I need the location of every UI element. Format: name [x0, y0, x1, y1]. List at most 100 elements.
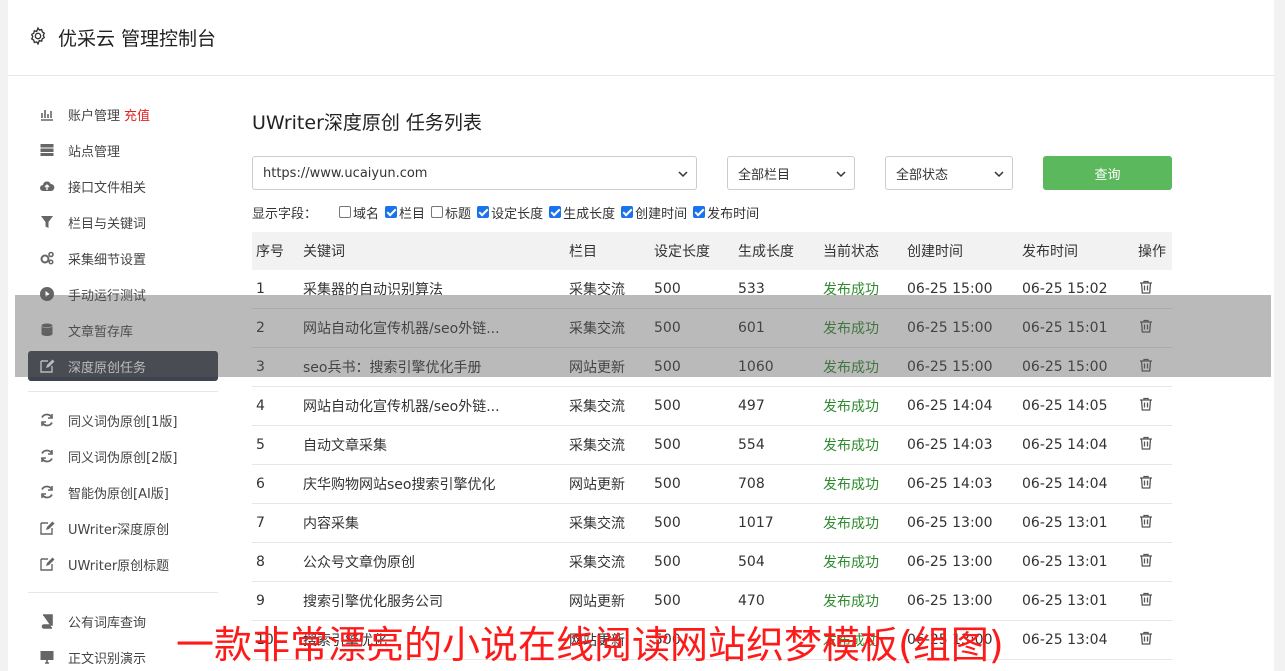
delete-button[interactable] — [1138, 513, 1172, 533]
trash-icon — [1138, 553, 1154, 572]
table-cell: 06-25 13:00 — [907, 593, 993, 609]
column-header: 创建时间 — [907, 244, 963, 260]
delete-button[interactable] — [1138, 474, 1172, 494]
field-checkbox-label: 栏目 — [399, 206, 426, 222]
checkbox-box[interactable] — [621, 206, 634, 218]
sidebar-item[interactable]: 接口文件相关 — [28, 168, 218, 204]
filter-bar: https://www.ucaiyun.com 全部栏目 全部状态 查询 — [252, 156, 1172, 190]
sidebar-item-label: 正文识别演示 — [68, 651, 147, 667]
table-cell: 06-25 13:00 — [907, 515, 993, 531]
edit-icon — [38, 519, 56, 537]
table-cell: 500 — [654, 593, 681, 609]
gray-overlay-band — [15, 295, 1271, 377]
table-cell: 网站自动化宣传机器/seo外链... — [303, 399, 500, 415]
delete-button[interactable] — [1138, 435, 1172, 455]
table-cell: 06-25 13:01 — [1022, 554, 1108, 570]
field-checkbox-label: 设定长度 — [491, 206, 544, 222]
field-checkbox[interactable]: 发布时间 — [693, 203, 759, 222]
status-cell: 发布成功 — [823, 516, 879, 532]
checkbox-box[interactable] — [339, 206, 352, 218]
sidebar-item[interactable]: 同义词伪原创[2版] — [28, 438, 218, 474]
table-cell: 470 — [738, 593, 765, 609]
sidebar-item[interactable]: UWriter深度原创 — [28, 510, 218, 546]
status-cell: 发布成功 — [823, 477, 879, 493]
table-cell: 自动文章采集 — [303, 438, 387, 454]
column-header: 设定长度 — [654, 244, 710, 260]
table-cell: 06-25 13:01 — [1022, 515, 1108, 531]
field-checkbox[interactable]: 标题 — [431, 203, 471, 222]
sidebar-item[interactable]: 栏目与关键词 — [28, 204, 218, 240]
recharge-link[interactable]: 充值 — [124, 105, 150, 124]
field-checkbox[interactable]: 域名 — [339, 203, 379, 222]
checkbox-box[interactable] — [693, 206, 706, 218]
table-cell: 内容采集 — [303, 516, 359, 532]
chevron-down-icon — [994, 171, 1004, 178]
chevron-down-icon — [678, 171, 688, 178]
table-cell: 06-25 14:03 — [907, 437, 993, 453]
table-cell: 500 — [654, 476, 681, 492]
table-row: 6 庆华购物网站seo搜索引擎优化 网站更新 500 708 发布成功 06-25 14:0… — [252, 465, 1172, 504]
filter-icon — [38, 213, 56, 231]
table-cell: 6 — [256, 476, 265, 492]
field-checkbox[interactable]: 生成长度 — [549, 203, 615, 222]
table-row: 5 自动文章采集 采集交流 500 554 发布成功 06-25 14:03 06-25 14… — [252, 426, 1172, 465]
query-button[interactable]: 查询 — [1043, 156, 1172, 190]
sidebar-item-label: 同义词伪原创[2版] — [68, 450, 178, 466]
sidebar-item[interactable]: UWriter原创标题 — [28, 546, 218, 582]
field-checkbox[interactable]: 栏目 — [385, 203, 425, 222]
field-checkbox[interactable]: 创建时间 — [621, 203, 687, 222]
delete-button[interactable] — [1138, 630, 1172, 650]
site-select-value: https://www.ucaiyun.com — [263, 165, 428, 181]
edit-icon — [38, 555, 56, 573]
table-cell: 搜索引擎优化服务公司 — [303, 594, 443, 610]
refresh-icon — [38, 411, 56, 429]
sidebar-item-label: UWriter深度原创 — [68, 522, 170, 538]
app-title: 优采云 管理控制台 — [58, 28, 217, 50]
column-header: 当前状态 — [823, 244, 879, 260]
sidebar-item[interactable]: 站点管理 — [28, 132, 218, 168]
table-cell: 庆华购物网站seo搜索引擎优化 — [303, 477, 496, 493]
table-cell: 1017 — [738, 515, 774, 531]
status-select[interactable]: 全部状态 — [885, 156, 1013, 190]
chevron-down-icon — [836, 171, 846, 178]
status-cell: 发布成功 — [823, 594, 879, 610]
status-cell: 发布成功 — [823, 555, 879, 571]
table-cell: 708 — [738, 476, 765, 492]
bar-chart-icon — [38, 105, 56, 123]
table-cell: 网站更新 — [569, 477, 625, 493]
delete-button[interactable] — [1138, 552, 1172, 572]
delete-button[interactable] — [1138, 396, 1172, 416]
table-cell: 497 — [738, 398, 765, 414]
sidebar-item[interactable]: 采集细节设置 — [28, 240, 218, 276]
field-checkbox-label: 域名 — [353, 206, 380, 222]
sidebar-item[interactable]: 智能伪原创[AI版] — [28, 474, 218, 510]
status-cell: 发布成功 — [823, 399, 879, 415]
table-cell: 公众号文章伪原创 — [303, 555, 415, 571]
table-row: 4 网站自动化宣传机器/seo外链... 采集交流 500 497 发布成功 06-25 1… — [252, 387, 1172, 426]
field-checkbox[interactable]: 设定长度 — [477, 203, 543, 222]
table-row: 8 公众号文章伪原创 采集交流 500 504 发布成功 06-25 13:00 06-25 … — [252, 543, 1172, 582]
column-header: 生成长度 — [738, 244, 794, 260]
sidebar-item[interactable]: 账户管理 充值 — [28, 96, 218, 132]
field-checkbox-label: 生成长度 — [563, 206, 616, 222]
display-fields-label: 显示字段： — [252, 206, 318, 222]
top-bar: 优采云 管理控制台 — [8, 0, 1274, 76]
table-cell: 500 — [654, 554, 681, 570]
trash-icon — [1138, 436, 1154, 455]
column-select[interactable]: 全部栏目 — [727, 156, 855, 190]
checkbox-box[interactable] — [477, 206, 490, 218]
table-cell: 06-25 13:04 — [1022, 632, 1108, 648]
field-checkbox-label: 标题 — [445, 206, 472, 222]
watermark-caption: 一款非常漂亮的小说在线阅读网站织梦模板(组图) — [176, 623, 1004, 667]
sidebar-item-label: 采集细节设置 — [68, 252, 147, 268]
checkbox-box[interactable] — [431, 206, 444, 218]
table-cell: 06-25 13:01 — [1022, 593, 1108, 609]
column-header: 序号 — [256, 244, 284, 260]
site-select[interactable]: https://www.ucaiyun.com — [252, 156, 697, 190]
checkbox-box[interactable] — [549, 206, 562, 218]
column-header: 栏目 — [569, 244, 597, 260]
checkbox-box[interactable] — [385, 206, 398, 218]
table-cell: 5 — [256, 437, 265, 453]
sidebar-item[interactable]: 同义词伪原创[1版] — [28, 402, 218, 438]
delete-button[interactable] — [1138, 591, 1172, 611]
